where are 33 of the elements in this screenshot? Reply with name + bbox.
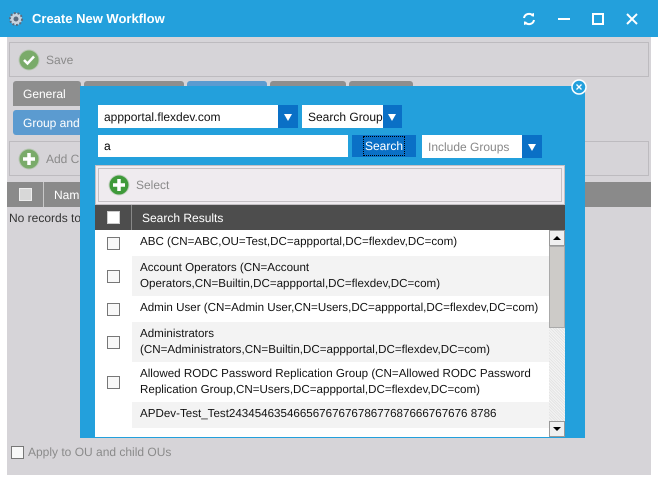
result-item[interactable]: ABC (CN=ABC,OU=Test,DC=appportal,DC=flexdev,DC=com) — [132, 230, 549, 256]
checkbox[interactable] — [107, 270, 120, 282]
search-field[interactable]: a — [98, 135, 348, 157]
checkbox[interactable] — [107, 336, 120, 348]
search-button[interactable]: Search — [352, 135, 416, 157]
refresh-icon[interactable] — [522, 12, 536, 26]
result-item[interactable]: APDev-Test_Test2434546354665676767678677687666767676 8786 — [132, 402, 549, 428]
checkbox[interactable] — [107, 376, 120, 388]
window-title: Create New Workflow — [32, 11, 165, 26]
plus-icon — [108, 174, 130, 196]
checkbox-label: Apply to OU and child OUs — [28, 445, 172, 459]
close-icon[interactable] — [626, 12, 638, 24]
checkbox[interactable] — [106, 211, 120, 224]
close-icon[interactable] — [571, 79, 587, 95]
plus-icon — [18, 148, 40, 170]
column-header: Nam — [53, 188, 80, 202]
result-item[interactable]: Admin User (CN=Admin User,CN=Users,DC=appportal,DC=flexdev,DC=com) — [132, 296, 549, 322]
result-item[interactable]: Administrators (CN=Administrators,CN=Builtin,DC=appportal,DC=flexdev,DC=com) — [132, 322, 549, 362]
checkmark-icon — [18, 48, 40, 70]
scroll-down-icon[interactable] — [549, 421, 565, 437]
scrollbar[interactable] — [549, 230, 565, 437]
checkbox[interactable] — [11, 446, 24, 458]
include-dropdown[interactable]: Include Groups — [422, 135, 542, 158]
result-item[interactable]: Allowed RODC Password Replication Group (CN=Allowed RODC Password Replication Group,CN=Users,DC=appportal,DC=flexdev,DC=com) — [132, 362, 549, 402]
maximize-icon[interactable] — [592, 12, 604, 24]
search-type-dropdown[interactable]: Search Group — [302, 105, 402, 128]
domain-dropdown[interactable]: appportal.flexdev.com — [98, 105, 298, 128]
scroll-up-icon[interactable] — [549, 230, 565, 246]
checkbox[interactable] — [107, 236, 120, 250]
checkbox[interactable] — [107, 302, 120, 316]
result-item[interactable]: Account Operators (CN=Account Operators,CN=Builtin,DC=appportal,DC=flexdev,DC=com) — [132, 256, 549, 296]
gear-icon — [8, 10, 24, 26]
column-header: Search Results — [141, 210, 224, 224]
